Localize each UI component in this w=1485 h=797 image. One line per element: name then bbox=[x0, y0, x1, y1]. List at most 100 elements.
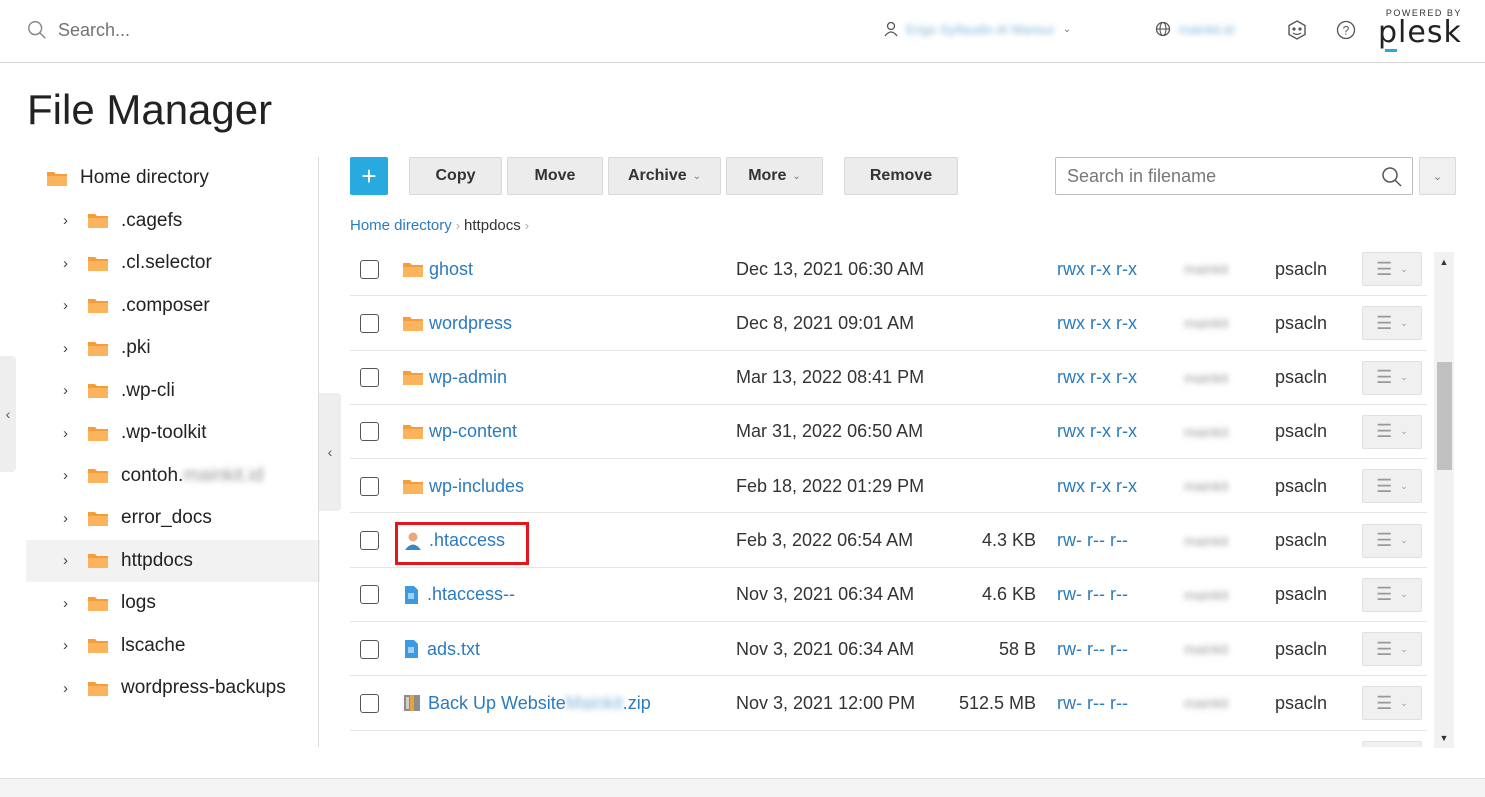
file-name[interactable]: wp-admin bbox=[429, 367, 507, 388]
chevron-right-icon[interactable]: › bbox=[63, 680, 77, 697]
chevron-right-icon[interactable]: › bbox=[63, 255, 77, 272]
tree-item[interactable]: › error_docs bbox=[26, 497, 320, 540]
file-permissions[interactable]: rw- r-- r-- bbox=[1057, 676, 1128, 730]
chevron-right-icon[interactable]: › bbox=[63, 510, 77, 527]
add-button[interactable]: + bbox=[350, 157, 388, 195]
file-name[interactable]: wp-content bbox=[429, 421, 517, 442]
global-search[interactable]: Search... bbox=[26, 19, 130, 41]
row-actions-button[interactable]: ☰⌄ bbox=[1362, 577, 1422, 612]
chevron-right-icon[interactable]: › bbox=[63, 637, 77, 654]
row-actions-button[interactable]: ☰⌄ bbox=[1362, 740, 1422, 747]
chevron-right-icon[interactable]: › bbox=[63, 595, 77, 612]
row-checkbox[interactable] bbox=[360, 693, 379, 713]
chevron-right-icon[interactable]: › bbox=[63, 425, 77, 442]
row-checkbox[interactable] bbox=[360, 639, 379, 659]
tree-item[interactable]: › .pki bbox=[26, 327, 320, 370]
file-row[interactable]: wp-includes Feb 18, 2022 01:29 PM rwx r-x … bbox=[350, 459, 1427, 514]
row-checkbox[interactable] bbox=[360, 476, 379, 496]
chevron-right-icon[interactable]: › bbox=[63, 382, 77, 399]
file-row[interactable]: wordpress Dec 8, 2021 09:01 AM rwx r-x r-x… bbox=[350, 296, 1427, 351]
file-row[interactable]: ☰⌄ bbox=[350, 731, 1427, 747]
file-permissions[interactable]: rwx r-x r-x bbox=[1057, 405, 1137, 459]
file-row[interactable]: wp-admin Mar 13, 2022 08:41 PM rwx r-x r-x… bbox=[350, 351, 1427, 405]
file-name-cell[interactable]: .htaccess bbox=[402, 514, 505, 568]
file-list-scrollbar[interactable]: ▲ ▼ bbox=[1434, 252, 1454, 748]
row-actions-button[interactable]: ☰⌄ bbox=[1362, 252, 1422, 286]
file-name[interactable]: .htaccess bbox=[429, 530, 505, 551]
file-name-cell[interactable]: ghost bbox=[402, 242, 473, 296]
archive-button[interactable]: Archive ⌄ bbox=[608, 157, 721, 195]
row-actions-button[interactable]: ☰⌄ bbox=[1362, 306, 1422, 341]
tree-item[interactable]: › .wp-toolkit bbox=[26, 412, 320, 455]
file-permissions[interactable]: rw- r-- r-- bbox=[1057, 514, 1128, 568]
more-button[interactable]: More ⌄ bbox=[726, 157, 823, 195]
filename-search-input[interactable] bbox=[1056, 158, 1376, 194]
row-checkbox[interactable] bbox=[360, 313, 379, 333]
file-row[interactable]: ads.txt Nov 3, 2021 06:34 AM 58 B rw- r-- r… bbox=[350, 622, 1427, 677]
tree-item[interactable]: › wordpress-backups bbox=[26, 667, 320, 710]
chevron-right-icon[interactable]: › bbox=[63, 297, 77, 314]
row-checkbox[interactable] bbox=[360, 259, 379, 279]
search-icon[interactable] bbox=[1380, 165, 1404, 189]
file-permissions[interactable]: rwx r-x r-x bbox=[1057, 242, 1137, 296]
domain-menu[interactable]: mainkit.id bbox=[1155, 21, 1234, 37]
collapse-tree-button[interactable]: ‹ bbox=[319, 393, 341, 511]
chevron-right-icon[interactable]: › bbox=[63, 552, 77, 569]
scroll-thumb[interactable] bbox=[1437, 362, 1452, 470]
file-name[interactable]: ghost bbox=[429, 259, 473, 280]
breadcrumb-current[interactable]: httpdocs bbox=[464, 217, 521, 234]
chevron-right-icon[interactable]: › bbox=[63, 212, 77, 229]
copy-button[interactable]: Copy bbox=[409, 157, 502, 195]
file-name-cell[interactable] bbox=[402, 731, 427, 747]
row-checkbox[interactable] bbox=[360, 422, 379, 442]
tree-root-home[interactable]: Home directory bbox=[26, 157, 320, 200]
file-name-cell[interactable]: wp-includes bbox=[402, 459, 524, 513]
file-name-cell[interactable]: Back Up Website Mainkit .zip bbox=[402, 676, 651, 730]
user-menu[interactable]: Erigo Syifaudin Al Mansur ⌄ bbox=[884, 21, 1071, 37]
tree-item[interactable]: › .cagefs bbox=[26, 200, 320, 243]
scroll-up-icon[interactable]: ▲ bbox=[1434, 252, 1454, 272]
chevron-right-icon[interactable]: › bbox=[63, 467, 77, 484]
tree-item[interactable]: › contoh. mainkit.id bbox=[26, 455, 320, 498]
cube-icon[interactable] bbox=[1286, 19, 1308, 41]
file-name[interactable]: wp-includes bbox=[429, 476, 524, 497]
file-row[interactable]: ghost Dec 13, 2021 06:30 AM rwx r-x r-x mai… bbox=[350, 242, 1427, 297]
row-checkbox[interactable] bbox=[360, 368, 379, 388]
row-checkbox[interactable] bbox=[360, 531, 379, 550]
row-actions-button[interactable]: ☰⌄ bbox=[1362, 632, 1422, 667]
tree-item[interactable]: › lscache bbox=[26, 625, 320, 668]
search-options-button[interactable]: ⌄ bbox=[1419, 157, 1456, 195]
file-permissions[interactable]: rw- r-- r-- bbox=[1057, 568, 1128, 622]
file-row[interactable]: Back Up Website Mainkit .zip Nov 3, 2021 1… bbox=[350, 676, 1427, 731]
file-row[interactable]: .htaccess Feb 3, 2022 06:54 AM 4.3 KB rw- r… bbox=[350, 514, 1427, 568]
file-permissions[interactable]: rwx r-x r-x bbox=[1057, 296, 1137, 350]
tree-item[interactable]: › .cl.selector bbox=[26, 242, 320, 285]
help-icon[interactable]: ? bbox=[1335, 19, 1357, 41]
file-name-suffix[interactable]: .zip bbox=[623, 693, 651, 714]
file-name-cell[interactable]: ads.txt bbox=[402, 622, 480, 676]
file-row[interactable]: wp-content Mar 31, 2022 06:50 AM rwx r-x r… bbox=[350, 405, 1427, 460]
file-row[interactable]: .htaccess-- Nov 3, 2021 06:34 AM 4.6 KB rw-… bbox=[350, 568, 1427, 623]
tree-item[interactable]: › httpdocs bbox=[26, 539, 320, 582]
breadcrumb-home[interactable]: Home directory bbox=[350, 217, 452, 234]
file-permissions[interactable]: rwx r-x r-x bbox=[1057, 459, 1137, 513]
row-actions-button[interactable]: ☰⌄ bbox=[1362, 414, 1422, 449]
tree-item[interactable]: › logs bbox=[26, 582, 320, 625]
file-name[interactable]: .htaccess-- bbox=[427, 584, 515, 605]
left-panel-toggle[interactable]: ‹ bbox=[0, 356, 16, 472]
file-name[interactable]: Back Up Website bbox=[428, 693, 566, 714]
move-button[interactable]: Move bbox=[507, 157, 603, 195]
remove-button[interactable]: Remove bbox=[844, 157, 958, 195]
file-name[interactable]: ads.txt bbox=[427, 639, 480, 660]
file-name-cell[interactable]: wp-admin bbox=[402, 351, 507, 405]
row-actions-button[interactable]: ☰⌄ bbox=[1362, 469, 1422, 504]
chevron-right-icon[interactable]: › bbox=[63, 340, 77, 357]
scroll-down-icon[interactable]: ▼ bbox=[1434, 728, 1454, 748]
tree-item[interactable]: › .composer bbox=[26, 285, 320, 328]
file-permissions[interactable]: rw- r-- r-- bbox=[1057, 622, 1128, 676]
row-actions-button[interactable]: ☰⌄ bbox=[1362, 686, 1422, 721]
row-actions-button[interactable]: ☰⌄ bbox=[1362, 360, 1422, 395]
file-name[interactable]: wordpress bbox=[429, 313, 512, 334]
file-permissions[interactable]: rwx r-x r-x bbox=[1057, 351, 1137, 405]
row-actions-button[interactable]: ☰⌄ bbox=[1362, 523, 1422, 558]
